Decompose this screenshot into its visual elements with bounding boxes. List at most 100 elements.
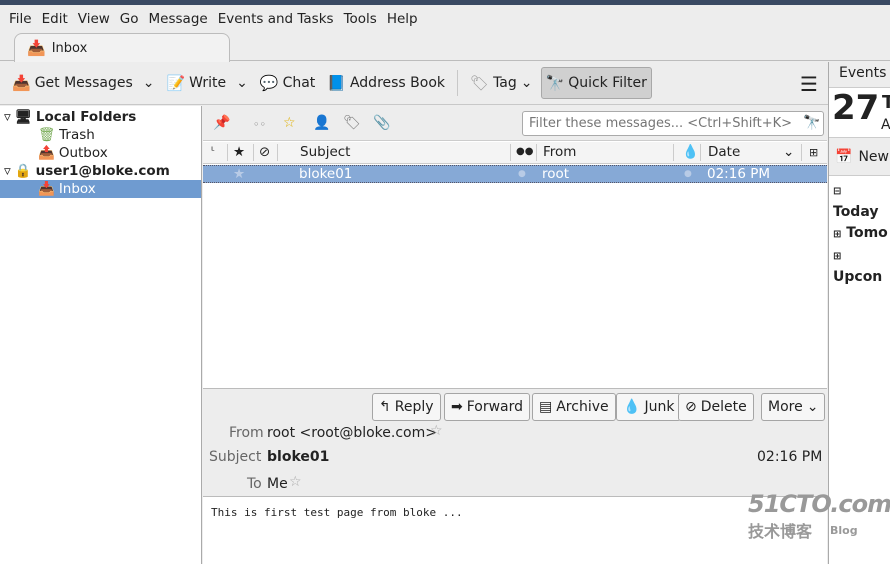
forward-arrow-icon: ➡ (451, 399, 463, 415)
folder-label: Trash (59, 127, 95, 143)
tag-button[interactable]: 🏷 Tag ⌄ (466, 67, 536, 99)
chat-button[interactable]: 💬 Chat (256, 67, 319, 99)
binoculars-icon: 🔭 (545, 73, 565, 92)
address-book-label: Address Book (349, 75, 446, 91)
new-event-button[interactable]: 📅 New (829, 138, 890, 176)
tag-icon: 🏷 (470, 73, 490, 92)
folder-account[interactable]: ▿ 🔒 user1@bloke.com (0, 162, 201, 180)
trash-icon: 🗑 (38, 127, 56, 143)
write-label: Write (189, 75, 227, 91)
chevron-down-icon[interactable]: ⌄ (236, 75, 248, 91)
message-header-pane: ↰ Reply ➡ Forward ▤ Archive 💧 Junk ⊘ Delete M… (203, 388, 827, 497)
to-label: To (247, 476, 262, 492)
weekday: T (882, 92, 890, 113)
expand-icon[interactable]: ⊞ (833, 229, 841, 240)
account-icon: 🔒 (14, 163, 32, 179)
tag-filter-icon[interactable]: 🏷 (343, 115, 361, 131)
to-value[interactable]: Me (267, 476, 288, 492)
menubar: File Edit View Go Message Events and Tas… (0, 5, 890, 32)
get-messages-button[interactable]: 📥 Get Messages ⌄ (8, 67, 158, 99)
junk-button[interactable]: 💧 Junk (616, 393, 682, 421)
menu-tools[interactable]: Tools (339, 11, 382, 27)
main-toolbar: 📥 Get Messages ⌄ 📝 Write ⌄ 💬 Chat 📘 Address Bo… (0, 62, 828, 105)
menu-view[interactable]: View (73, 11, 115, 27)
star-filter-icon[interactable]: ☆ (283, 115, 296, 131)
collapse-triangle-icon[interactable]: ▿ (4, 163, 11, 179)
star-column-icon[interactable]: ★ (233, 144, 245, 160)
expand-icon[interactable]: ⊞ (833, 251, 841, 262)
folder-label: Outbox (58, 145, 108, 161)
folder-label: user1@bloke.com (35, 163, 170, 179)
forward-button[interactable]: ➡ Forward (444, 393, 531, 421)
inbox-icon: 📥 (38, 181, 55, 197)
collapse-triangle-icon[interactable]: ▿ (4, 109, 11, 125)
message-list-pane: 📌 ◦◦ ☆ 👤 🏷 📎 🔭 ᒻ ★ ⊘ Subject ●● From 💧 D… (203, 106, 827, 388)
contact-filter-icon[interactable]: 👤 (313, 115, 330, 131)
folder-outbox[interactable]: 📤 Outbox (0, 144, 201, 162)
junk-dot-icon[interactable]: ● (684, 169, 692, 179)
tomorrow-section[interactable]: ⊞ Tomo (833, 223, 890, 245)
chevron-down-icon[interactable]: ⌄ (143, 75, 155, 91)
tag-label: Tag (493, 75, 517, 91)
junk-column-icon[interactable]: 💧 (682, 144, 699, 160)
delete-button[interactable]: ⊘ Delete (678, 393, 754, 421)
menu-edit[interactable]: Edit (37, 11, 73, 27)
hamburger-menu-icon[interactable]: ☰ (800, 72, 818, 96)
delete-label: Delete (700, 399, 747, 415)
events-title: Events (829, 62, 890, 88)
archive-button[interactable]: ▤ Archive (532, 393, 616, 421)
reply-button[interactable]: ↰ Reply (372, 393, 441, 421)
address-book-button[interactable]: 📘 Address Book (323, 67, 449, 99)
from-value[interactable]: root <root@bloke.com> (267, 425, 437, 441)
calendar-icon: 📅 (835, 148, 853, 165)
unread-filter-icon[interactable]: ◦◦ (253, 118, 266, 131)
filter-messages-input[interactable] (522, 111, 824, 136)
forward-label: Forward (466, 399, 524, 415)
tab-bar: 📥 Inbox (0, 32, 890, 62)
day-number: 27 (832, 88, 880, 128)
from-column-header[interactable]: From (543, 144, 576, 160)
folder-inbox[interactable]: 📥 Inbox (0, 180, 201, 198)
subject-column-header[interactable]: Subject (300, 144, 350, 160)
folder-trash[interactable]: 🗑 Trash (0, 126, 201, 144)
star-outline-icon[interactable]: ☆ (430, 423, 443, 439)
folder-pane: ▿ 🖥 Local Folders 🗑 Trash 📤 Outbox ▿ 🔒 user1@b… (0, 106, 202, 564)
menu-go[interactable]: Go (115, 11, 144, 27)
message-row[interactable]: ★ bloke01 ● root ● 02:16 PM (203, 165, 827, 183)
tab-inbox[interactable]: 📥 Inbox (14, 33, 230, 62)
menu-file[interactable]: File (4, 11, 37, 27)
section-label: Today (833, 204, 879, 220)
read-column-icon[interactable]: ●● (516, 146, 533, 157)
star-outline-icon[interactable]: ☆ (289, 474, 302, 490)
watermark-blog: Blog (830, 523, 858, 537)
more-button[interactable]: More ⌄ (761, 393, 826, 421)
section-label: Tomo (846, 225, 888, 241)
menu-help[interactable]: Help (382, 11, 423, 27)
attachment-filter-icon[interactable]: 📎 (373, 115, 390, 131)
read-dot-icon[interactable]: ● (518, 169, 526, 179)
more-label: More (768, 399, 803, 415)
quick-filter-button[interactable]: 🔭 Quick Filter (540, 67, 652, 99)
date-column-header[interactable]: Date (708, 144, 740, 160)
thread-column-icon[interactable]: ᒻ (211, 146, 215, 157)
collapse-icon[interactable]: ⊟ (833, 186, 841, 197)
section-label: Upcon (833, 269, 883, 285)
pin-icon[interactable]: 📌 (213, 115, 230, 131)
sort-chevron-icon[interactable]: ⌄ (783, 144, 794, 160)
star-icon[interactable]: ★ (233, 166, 245, 182)
chevron-down-icon: ⌄ (520, 75, 533, 91)
upcoming-section[interactable]: ⊞ Upcon (833, 245, 890, 288)
quick-filter-bar: 📌 ◦◦ ☆ 👤 🏷 📎 🔭 (203, 106, 827, 141)
menu-events-tasks[interactable]: Events and Tasks (213, 11, 339, 27)
folder-label: Inbox (58, 181, 96, 197)
new-label: New (858, 148, 889, 165)
write-button[interactable]: 📝 Write ⌄ (162, 67, 251, 99)
menu-message[interactable]: Message (144, 11, 213, 27)
today-section[interactable]: ⊟ Today (833, 180, 890, 223)
column-picker-icon[interactable]: ⊞ (809, 146, 818, 159)
column-headers: ᒻ ★ ⊘ Subject ●● From 💧 Date ⌄ ⊞ (203, 142, 827, 164)
attachment-column-icon[interactable]: ⊘ (259, 144, 270, 160)
folder-local-folders[interactable]: ▿ 🖥 Local Folders (0, 108, 201, 126)
toolbar-separator (457, 70, 459, 96)
quick-filter-label: Quick Filter (568, 75, 647, 91)
